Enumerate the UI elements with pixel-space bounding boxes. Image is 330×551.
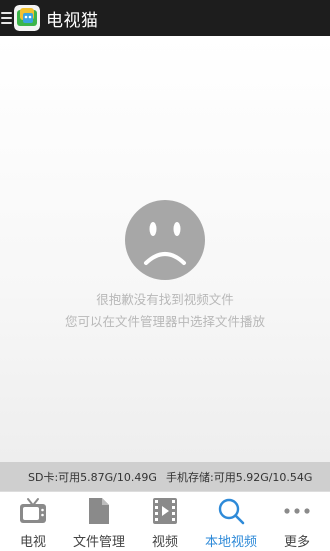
tab-label: 文件管理 xyxy=(72,535,125,550)
tab-label: 电视 xyxy=(19,535,46,550)
app-bar: 电视猫 xyxy=(0,0,330,36)
tab-label: 更多 xyxy=(283,535,310,550)
sd-card-storage: SD卡:可用5.87G/10.49G xyxy=(28,470,157,484)
sad-face-icon xyxy=(125,200,205,280)
tab-label: 视频 xyxy=(151,535,178,550)
tv-icon xyxy=(20,498,46,523)
menu-icon[interactable] xyxy=(1,12,12,24)
phone-storage: 手机存储:可用5.92G/10.54G xyxy=(166,470,313,484)
tab-more[interactable]: 更多 xyxy=(264,492,330,551)
main-content: 很抱歉没有找到视频文件 您可以在文件管理器中选择文件播放 xyxy=(0,36,330,462)
search-icon xyxy=(218,498,245,525)
app-logo-icon[interactable] xyxy=(14,5,40,31)
empty-message: 很抱歉没有找到视频文件 xyxy=(96,292,234,307)
tab-video[interactable]: 视频 xyxy=(132,492,198,551)
file-icon xyxy=(89,498,109,524)
tab-tv[interactable]: 电视 xyxy=(0,492,66,551)
tab-file-manager[interactable]: 文件管理 xyxy=(66,492,132,551)
storage-info-bar: SD卡:可用5.87G/10.49G 手机存储:可用5.92G/10.54G xyxy=(0,462,330,491)
film-icon xyxy=(153,498,177,524)
tab-local-video[interactable]: 本地视频 xyxy=(198,492,264,551)
bottom-tab-bar: 电视 文件管理 视频 本地视频 更多 xyxy=(0,491,330,551)
tab-label: 本地视频 xyxy=(204,535,257,550)
more-icon xyxy=(284,508,310,514)
app-title: 电视猫 xyxy=(46,10,99,31)
empty-hint: 您可以在文件管理器中选择文件播放 xyxy=(64,314,265,329)
